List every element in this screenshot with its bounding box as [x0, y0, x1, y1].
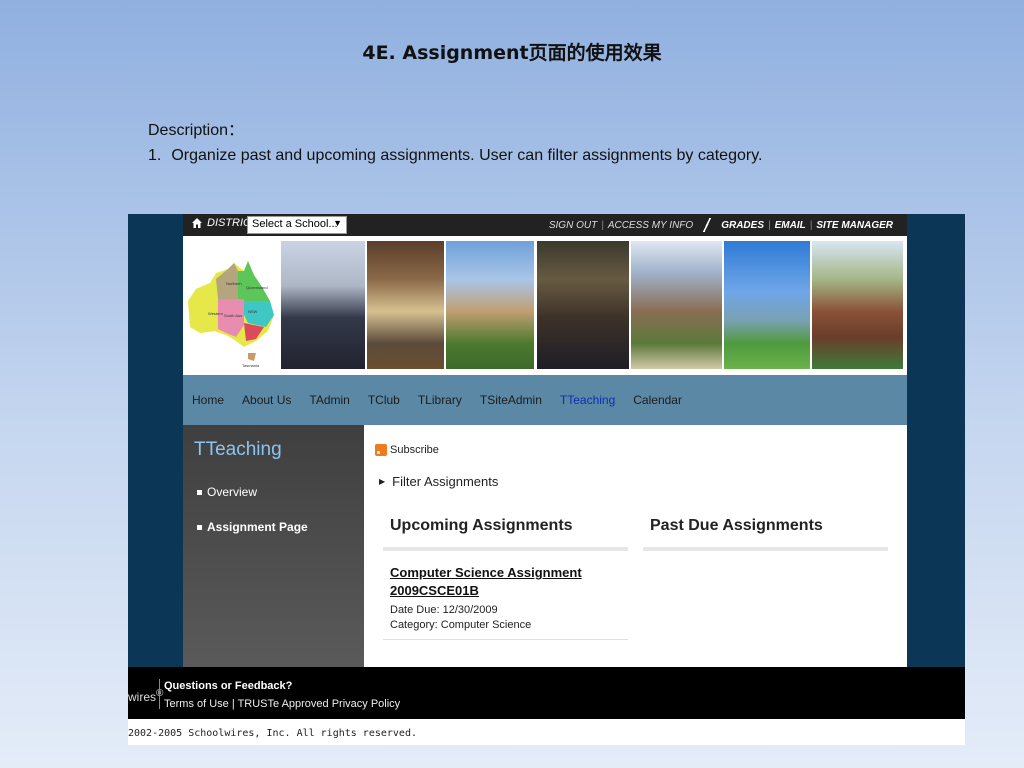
home-icon: [192, 218, 202, 228]
subscribe-link[interactable]: Subscribe: [375, 444, 439, 456]
copyright-text: 2002-2005 Schoolwires, Inc. All rights r…: [128, 728, 417, 739]
handshake-photo: [537, 241, 629, 369]
filter-assignments-toggle[interactable]: ▶ Filter Assignments: [379, 474, 498, 489]
sign-out-link[interactable]: SIGN OUT: [545, 220, 601, 231]
nav-item-home[interactable]: Home: [192, 393, 224, 407]
grades-link[interactable]: GRADES: [717, 220, 768, 231]
assignment-title: Computer Science Assignment: [390, 565, 582, 580]
bullet-icon: [197, 489, 202, 495]
divider: [643, 547, 888, 551]
svg-text:Northern: Northern: [226, 281, 242, 286]
copyright-bar: 2002-2005 Schoolwires, Inc. All rights r…: [128, 719, 965, 745]
feedback-link[interactable]: Questions or Feedback?: [164, 680, 292, 692]
nav-item-tsiteadmin[interactable]: TSiteAdmin: [480, 393, 542, 407]
university-quad-photo: [631, 241, 722, 369]
chevron-down-icon: ▼: [333, 218, 342, 228]
description-label: Description：: [148, 122, 245, 139]
svg-text:South Aus: South Aus: [224, 313, 242, 318]
assignment-due-date: Date Due: 12/30/2009: [390, 604, 498, 616]
main-nav: Home About Us TAdmin TClub TLibrary TSit…: [183, 375, 907, 425]
sidebar-title: TTeaching: [194, 439, 282, 460]
map-label: Tasmania: [242, 363, 260, 368]
description-item-number: 1.: [148, 147, 162, 164]
library-photo: [367, 241, 444, 369]
site-manager-link[interactable]: SITE MANAGER: [812, 220, 897, 231]
school-select[interactable]: Select a School... ▼: [247, 216, 347, 234]
svg-text:Queensland: Queensland: [246, 285, 268, 290]
campus-lake-photo: [724, 241, 810, 369]
footer: wires® Questions or Feedback? Terms of U…: [128, 667, 965, 719]
nav-item-calendar[interactable]: Calendar: [633, 393, 682, 407]
nav-item-tlibrary[interactable]: TLibrary: [418, 393, 462, 407]
campus-building-photo: [446, 241, 534, 369]
sidebar-item-overview[interactable]: Overview: [197, 485, 257, 499]
upcoming-heading: Upcoming Assignments: [390, 517, 573, 534]
website-screenshot: DISTRICT Select a School... ▼ SIGN OUT |…: [128, 214, 965, 745]
email-link[interactable]: EMAIL: [771, 220, 810, 231]
filter-label: Filter Assignments: [392, 474, 499, 489]
students-photo: [281, 241, 365, 369]
description-item-text: Organize past and upcoming assignments. …: [171, 147, 763, 164]
footer-links[interactable]: Terms of Use | TRUSTe Approved Privacy P…: [164, 698, 400, 710]
australia-map-image: Western Northern Queensland South Aus NS…: [183, 241, 279, 369]
divider: [383, 639, 628, 640]
logo-text: wires: [128, 690, 157, 704]
svg-text:Western: Western: [208, 311, 223, 316]
divider: [383, 547, 628, 551]
top-bar: DISTRICT Select a School... ▼ SIGN OUT |…: [183, 214, 907, 236]
brick-building-photo: [812, 241, 903, 369]
nav-item-tadmin[interactable]: TAdmin: [309, 393, 349, 407]
assignment-link[interactable]: Computer Science Assignment 2009CSCE01B: [390, 564, 582, 600]
main-content: Subscribe ▶ Filter Assignments Upcoming …: [364, 425, 907, 667]
bullet-icon: [197, 524, 202, 530]
slash-divider: [701, 218, 714, 232]
top-links: SIGN OUT | ACCESS MY INFO GRADES | EMAIL…: [545, 218, 897, 232]
svg-text:NSW: NSW: [248, 309, 258, 314]
nav-item-tclub[interactable]: TClub: [368, 393, 400, 407]
slide-title: 4E. Assignment页面的使用效果: [362, 42, 662, 64]
sidebar-item-assignment-page[interactable]: Assignment Page: [197, 520, 308, 534]
subscribe-label: Subscribe: [390, 444, 439, 456]
sidebar-item-label: Overview: [207, 485, 258, 499]
past-due-heading: Past Due Assignments: [650, 517, 823, 534]
divider: [159, 679, 160, 709]
sidebar-item-label: Assignment Page: [207, 520, 308, 534]
nav-item-about-us[interactable]: About Us: [242, 393, 291, 407]
school-website: DISTRICT Select a School... ▼ SIGN OUT |…: [183, 214, 907, 667]
rss-icon: [375, 444, 387, 456]
banner: Western Northern Queensland South Aus NS…: [183, 236, 907, 375]
access-my-info-link[interactable]: ACCESS MY INFO: [604, 220, 697, 231]
nav-item-tteaching[interactable]: TTeaching: [560, 393, 615, 407]
description-item: 1. Organize past and upcoming assignments…: [148, 147, 762, 165]
assignment-code: 2009CSCE01B: [390, 583, 479, 598]
school-select-value: Select a School...: [252, 218, 338, 230]
assignment-category: Category: Computer Science: [390, 619, 532, 631]
sidebar: TTeaching Overview Assignment Page: [183, 425, 364, 667]
caret-right-icon: ▶: [379, 477, 386, 486]
